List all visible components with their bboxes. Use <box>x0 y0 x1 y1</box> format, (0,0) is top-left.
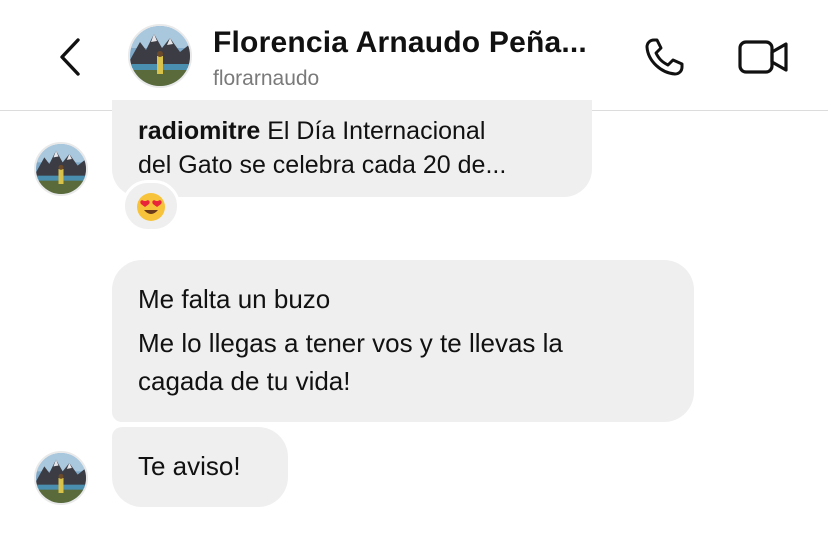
contact-name: Florencia Arnaudo Peña... <box>213 26 587 59</box>
contact-avatar[interactable] <box>128 24 192 88</box>
message-bubble[interactable]: Te aviso! <box>112 427 288 507</box>
sender-avatar[interactable] <box>34 142 88 196</box>
shared-post-bubble[interactable]: radiomitre El Día Internacional del Gato… <box>112 100 592 197</box>
shared-post-caption-line2: del Gato se celebra cada 20 de... <box>138 151 507 179</box>
contact-info[interactable]: Florencia Arnaudo Peña... florarnaudo <box>213 24 623 94</box>
shared-post-caption-line1: El Día Internacional <box>260 117 486 145</box>
message-text-line: cagada de tu vida! <box>138 366 351 396</box>
back-button[interactable] <box>52 34 92 80</box>
video-call-button[interactable] <box>736 36 790 78</box>
message-text: Te aviso! <box>138 451 241 481</box>
heart-eyes-emoji-icon <box>137 193 165 221</box>
sender-avatar[interactable] <box>34 451 88 505</box>
message-text-line: Me falta un buzo <box>138 284 331 314</box>
chat-screen: Florencia Arnaudo Peña... florarnaudo ra… <box>0 0 828 544</box>
chat-header: Florencia Arnaudo Peña... florarnaudo <box>0 0 828 110</box>
message-text-line: Me lo llegas a tener vos y te llevas la <box>138 328 563 358</box>
contact-username: florarnaudo <box>213 67 320 90</box>
shared-post-username: radiomitre <box>138 117 261 145</box>
message-bubble[interactable]: Me falta un buzo Me lo llegas a tener vo… <box>112 260 694 422</box>
message-reaction[interactable] <box>122 180 180 232</box>
phone-icon <box>645 38 684 76</box>
video-camera-icon <box>738 40 788 74</box>
avatar-image <box>128 24 192 88</box>
shared-post-caption: radiomitre El Día Internacional del Gato… <box>138 114 566 182</box>
chevron-left-icon <box>60 38 80 76</box>
audio-call-button[interactable] <box>640 34 690 80</box>
